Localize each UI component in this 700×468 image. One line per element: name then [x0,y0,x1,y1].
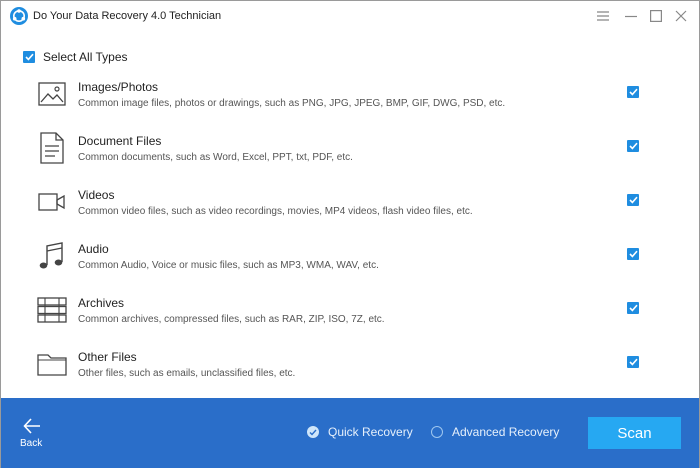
archive-icon [35,293,69,327]
category-description: Common documents, such as Word, Excel, P… [78,152,353,163]
window-title: Do Your Data Recovery 4.0 Technician [33,10,222,22]
category-archives[interactable]: Archives Common archives, compressed fil… [35,287,645,339]
category-name: Other Files [78,350,137,364]
title-bar: Do Your Data Recovery 4.0 Technician [1,1,699,31]
close-icon[interactable] [671,7,691,25]
quick-recovery-option[interactable]: Quick Recovery [307,424,413,440]
back-button[interactable]: Back [17,416,47,452]
category-other-files[interactable]: Other Files Other files, such as emails,… [35,341,645,393]
category-checkbox[interactable] [627,356,639,368]
music-note-icon [35,239,69,273]
category-description: Common video files, such as video record… [78,206,473,217]
menu-icon[interactable] [593,7,613,25]
category-description: Other files, such as emails, unclassifie… [78,368,296,379]
video-camera-icon [35,185,69,219]
advanced-recovery-option[interactable]: Advanced Recovery [431,424,559,440]
back-arrow-icon [23,418,40,434]
category-description: Common image files, photos or drawings, … [78,98,506,109]
category-audio[interactable]: Audio Common Audio, Voice or music files… [35,233,645,285]
category-name: Document Files [78,134,162,148]
category-checkbox[interactable] [627,140,639,152]
category-checkbox[interactable] [627,86,639,98]
app-logo-icon [10,7,28,25]
quick-recovery-radio[interactable] [307,426,319,438]
category-name: Videos [78,188,115,202]
category-checkbox[interactable] [627,248,639,260]
bottom-bar: Back Quick Recovery Advanced Recovery Sc… [1,398,699,468]
quick-recovery-label: Quick Recovery [328,425,413,439]
category-checkbox[interactable] [627,302,639,314]
category-checkbox[interactable] [627,194,639,206]
category-description: Common Audio, Voice or music files, such… [78,260,379,271]
back-label: Back [20,438,43,449]
category-name: Images/Photos [78,80,159,94]
image-icon [35,77,69,111]
minimize-icon[interactable] [621,7,641,25]
app-window: Do Your Data Recovery 4.0 Technician Sel… [0,0,700,468]
category-name: Archives [78,296,125,310]
folder-icon [35,347,69,381]
advanced-recovery-label: Advanced Recovery [452,425,560,439]
category-images[interactable]: Images/Photos Common image files, photos… [35,71,645,123]
advanced-recovery-radio[interactable] [431,426,443,438]
select-all-types[interactable]: Select All Types [23,50,128,64]
category-name: Audio [78,242,109,256]
maximize-icon[interactable] [646,7,666,25]
scan-button[interactable]: Scan [588,417,681,449]
category-videos[interactable]: Videos Common video files, such as video… [35,179,645,231]
select-all-label: Select All Types [43,50,128,64]
category-documents[interactable]: Document Files Common documents, such as… [35,125,645,177]
select-all-checkbox[interactable] [23,51,35,63]
document-icon [35,131,69,165]
category-description: Common archives, compressed files, such … [78,314,385,325]
